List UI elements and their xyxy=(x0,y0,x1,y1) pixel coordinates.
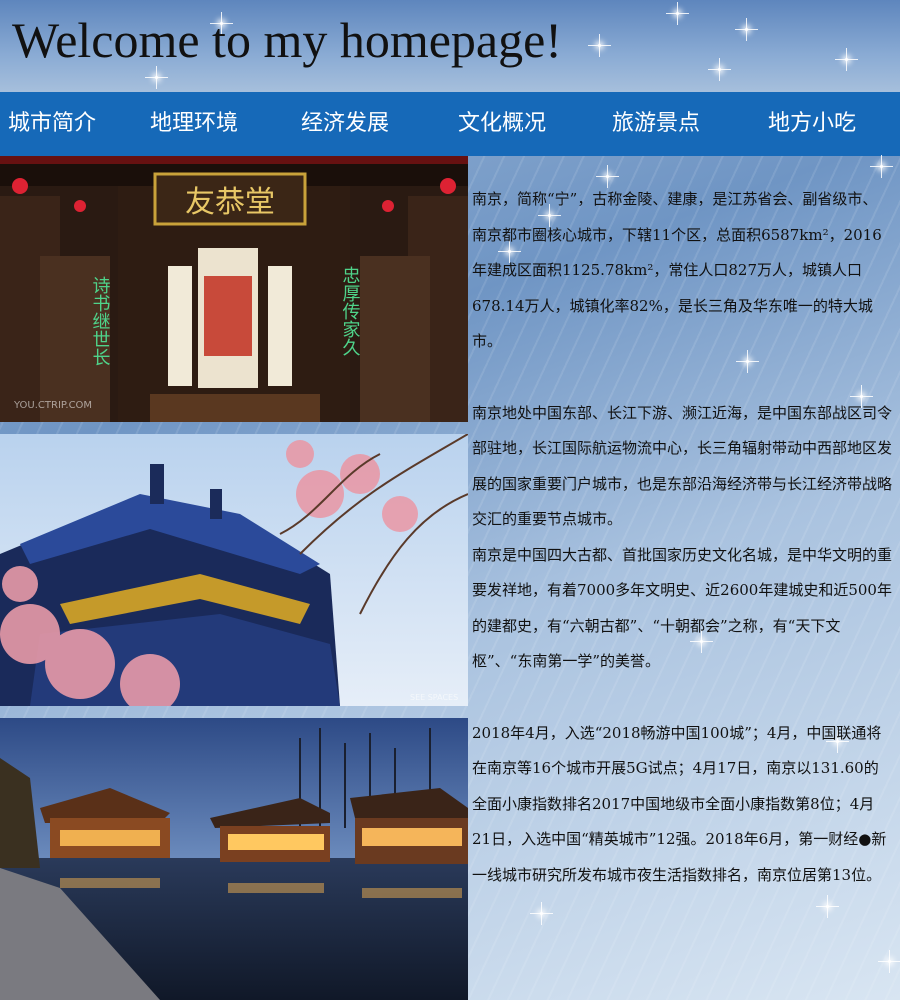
sparkle-icon xyxy=(835,48,858,71)
photo-watermark: SEE SPACES xyxy=(410,693,458,702)
sparkle-icon xyxy=(588,34,611,57)
hall-plaque: 友恭堂 xyxy=(185,185,275,220)
nav-item-local-food[interactable]: 地方小吃 xyxy=(768,92,856,156)
history-paragraph: 南京是中国四大古都、首批国家历史文化名城，是中华文明的重要发祥地，有着7000多… xyxy=(472,545,893,671)
sparkle-icon xyxy=(708,58,731,81)
sparkle-icon xyxy=(816,895,839,918)
page-title: Welcome to my homepage! xyxy=(12,12,562,68)
intro-text-panel: 南京，简称“宁”，古称金陵、建康，是江苏省会、副省级市、南京都市圈核心城市，下辖… xyxy=(472,160,892,893)
photo-ancestral-hall: 友恭堂 诗书继世长 忠厚传家久 YOU.CTRIP.COM xyxy=(0,156,468,422)
photo-watermark: YOU.CTRIP.COM xyxy=(13,400,92,411)
nav-item-culture[interactable]: 文化概况 xyxy=(458,92,546,156)
intro-paragraph: 南京，简称“宁”，古称金陵、建康，是江苏省会、副省级市、南京都市圈核心城市，下辖… xyxy=(472,190,882,350)
hall-right-couplet: 忠厚传家久 xyxy=(340,266,361,356)
recent-news-paragraph: 2018年4月，入选“2018畅游中国100城”；4月，中国联通将在南京等16个… xyxy=(472,723,887,884)
nav-item-geography[interactable]: 地理环境 xyxy=(150,92,238,156)
nav-item-tourism[interactable]: 旅游景点 xyxy=(612,92,700,156)
nav-item-city-intro[interactable]: 城市简介 xyxy=(8,92,96,156)
photo-temple-blossoms: SEE SPACES xyxy=(0,434,468,706)
main-nav: 城市简介 地理环境 经济发展 文化概况 旅游景点 地方小吃 xyxy=(0,92,900,156)
sparkle-icon xyxy=(666,2,689,25)
sparkle-icon xyxy=(530,902,553,925)
hall-left-couplet: 诗书继世长 xyxy=(90,276,111,366)
sparkle-icon xyxy=(878,950,900,973)
photo-night-river xyxy=(0,718,468,1000)
sparkle-icon xyxy=(145,66,168,89)
location-paragraph: 南京地处中国东部、长江下游、濒江近海，是中国东部战区司令部驻地，长江国际航运物流… xyxy=(472,403,893,529)
sparkle-icon xyxy=(735,18,758,41)
nav-item-economy[interactable]: 经济发展 xyxy=(301,92,389,156)
header-banner: Welcome to my homepage! xyxy=(0,0,900,92)
